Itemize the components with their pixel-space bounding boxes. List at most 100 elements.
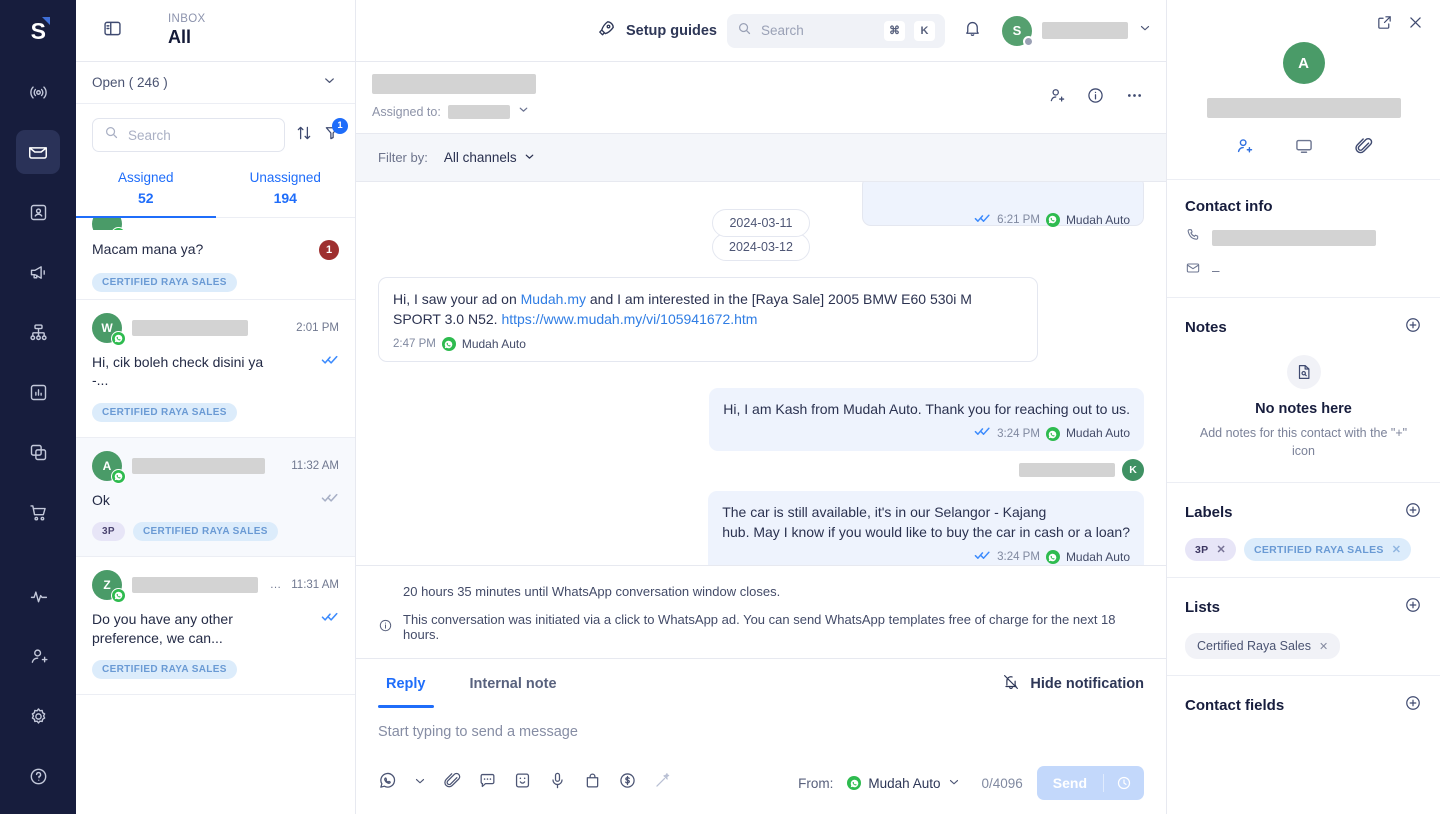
nav-campaigns[interactable]: [16, 250, 60, 294]
inbox-topbar: INBOX All: [76, 0, 355, 62]
contact-name-redacted: [1206, 98, 1401, 118]
voice-note-button[interactable]: [548, 771, 567, 795]
channel-filter-bar: Filter by: All channels: [356, 134, 1166, 182]
plus-circle-icon: [1404, 596, 1422, 619]
add-list-button[interactable]: [1404, 596, 1422, 619]
contact-quick-actions: [1185, 136, 1422, 161]
add-label-button[interactable]: [1404, 501, 1422, 524]
info-icon: [378, 618, 393, 636]
quick-reply-button[interactable]: [478, 771, 497, 795]
label-chip-certified-raya-sales[interactable]: CERTIFIED RAYA SALES ✕: [1243, 538, 1412, 562]
more-options-button[interactable]: [1125, 86, 1144, 110]
chevron-down-icon: [1138, 21, 1152, 40]
message-time: 3:24 PM: [997, 551, 1040, 564]
assigned-to[interactable]: Assigned to:: [372, 103, 1047, 121]
plus-circle-icon: [1404, 316, 1422, 339]
hide-notification-button[interactable]: Hide notification: [1002, 673, 1144, 695]
add-participant-button[interactable]: [1047, 86, 1066, 110]
setup-guides-button[interactable]: Setup guides: [597, 19, 717, 42]
open-filter-row[interactable]: Open ( 246 ): [76, 62, 355, 104]
whatsapp-icon: [111, 227, 126, 230]
send-button-group[interactable]: Send: [1036, 766, 1144, 800]
message-outgoing-2: The car is still available, it's in our …: [378, 490, 1144, 565]
list-chip-certified-raya-sales[interactable]: Certified Raya Sales ✕: [1185, 633, 1341, 660]
nav-commerce[interactable]: [16, 490, 60, 534]
nav-inbox[interactable]: [16, 130, 60, 174]
conversation-item-2[interactable]: A 11:32 AM Ok 3P CERTIFIED RAYA SALES: [76, 437, 355, 558]
bell-off-icon: [1002, 673, 1020, 695]
inbox-icon: [27, 141, 49, 163]
message-meta: 3:24 PM Mudah Auto: [722, 549, 1130, 565]
labels-chips: 3P ✕ CERTIFIED RAYA SALES ✕: [1185, 538, 1422, 562]
ai-assist-button[interactable]: [653, 771, 672, 795]
whatsapp-template-button[interactable]: [378, 771, 397, 795]
shopping-cart-icon: [28, 502, 49, 523]
day-label: 2024-03-12: [712, 233, 810, 261]
nav-contacts[interactable]: [16, 190, 60, 234]
channel-filter-select[interactable]: All channels: [444, 150, 536, 166]
list-search-box[interactable]: [92, 118, 285, 152]
remove-list-icon[interactable]: ✕: [1319, 640, 1328, 653]
message-text-line-2: hub. May I know if you would like to buy…: [722, 524, 1130, 541]
nav-workflows[interactable]: [16, 310, 60, 354]
assign-contact-button[interactable]: [1234, 136, 1254, 161]
remove-label-icon[interactable]: ✕: [1216, 543, 1226, 556]
app-logo[interactable]: S: [0, 0, 76, 62]
conversation-item-1[interactable]: W 2:01 PM Hi, cik boleh check disini ya …: [76, 300, 355, 438]
global-search-box[interactable]: Search ⌘ K: [727, 13, 945, 48]
tab-assigned[interactable]: Assigned 52: [76, 162, 216, 217]
tab-reply[interactable]: Reply: [378, 659, 434, 708]
message-composer[interactable]: Start typing to send a message From: Mud…: [356, 708, 1166, 814]
conversation-snippet: Ok: [92, 491, 110, 508]
toggle-panel-button[interactable]: [90, 9, 134, 53]
template-dropdown-button[interactable]: [413, 774, 427, 793]
nav-reports[interactable]: [16, 370, 60, 414]
from-channel-select[interactable]: Mudah Auto: [847, 775, 961, 792]
nav-invite[interactable]: [16, 634, 60, 678]
listing-url-link[interactable]: https://www.mudah.my/vi/105941672.htm: [501, 311, 757, 327]
notice-click-to-whatsapp: This conversation was initiated via a cl…: [378, 606, 1144, 648]
label-chip-3p[interactable]: 3P ✕: [1185, 538, 1236, 562]
payment-button[interactable]: [618, 771, 637, 795]
add-note-button[interactable]: [1404, 316, 1422, 339]
close-panel-button[interactable]: [1407, 14, 1424, 36]
nav-activity[interactable]: [16, 574, 60, 618]
nav-settings[interactable]: [16, 694, 60, 738]
user-name-redacted: [1042, 22, 1128, 39]
notifications-button[interactable]: [963, 19, 982, 43]
schedule-send-button[interactable]: [1104, 775, 1144, 791]
product-catalog-button[interactable]: [583, 771, 602, 795]
tag-certified-raya-sales[interactable]: CERTIFIED RAYA SALES: [92, 660, 237, 680]
conversation-item-3[interactable]: Z … 11:31 AM Do you have any other prefe…: [76, 557, 355, 696]
message-meta: 3:24 PM Mudah Auto: [723, 425, 1130, 443]
nav-integrations[interactable]: [16, 430, 60, 474]
contact-files-button[interactable]: [1354, 136, 1374, 161]
attach-file-button[interactable]: [443, 771, 462, 795]
nav-broadcasts[interactable]: [16, 70, 60, 114]
product-bag-icon: [583, 771, 602, 795]
screen-share-button[interactable]: [1294, 136, 1314, 161]
conversation-info-button[interactable]: [1086, 86, 1105, 110]
sort-button[interactable]: [295, 124, 313, 147]
user-menu[interactable]: S: [1002, 15, 1152, 47]
nav-help[interactable]: [16, 754, 60, 798]
remove-label-icon[interactable]: ✕: [1392, 543, 1402, 556]
chevron-down-icon: [413, 774, 427, 793]
tag-3p[interactable]: 3P: [92, 522, 125, 542]
sticker-button[interactable]: [513, 771, 532, 795]
tab-assigned-label: Assigned: [117, 170, 174, 185]
search-input[interactable]: [128, 127, 273, 143]
conversation-list[interactable]: Macam mana ya? 1 CERTIFIED RAYA SALES W: [76, 218, 355, 814]
tag-certified-raya-sales[interactable]: CERTIFIED RAYA SALES: [92, 273, 237, 292]
send-button[interactable]: Send: [1037, 775, 1103, 791]
message-thread[interactable]: 6:21 PM Mudah Auto 2024-03-11 G 2024-03-…: [356, 182, 1166, 565]
open-in-new-button[interactable]: [1376, 14, 1393, 36]
tag-certified-raya-sales[interactable]: CERTIFIED RAYA SALES: [132, 522, 278, 542]
conversation-item-0[interactable]: Macam mana ya? 1 CERTIFIED RAYA SALES: [76, 218, 355, 300]
mudah-my-link[interactable]: Mudah.my: [521, 291, 586, 307]
tab-internal-note[interactable]: Internal note: [462, 659, 565, 708]
tab-unassigned[interactable]: Unassigned 194: [216, 162, 356, 217]
tag-certified-raya-sales[interactable]: CERTIFIED RAYA SALES: [92, 402, 237, 422]
filter-button[interactable]: 1: [323, 117, 348, 147]
add-contact-field-button[interactable]: [1404, 694, 1422, 717]
